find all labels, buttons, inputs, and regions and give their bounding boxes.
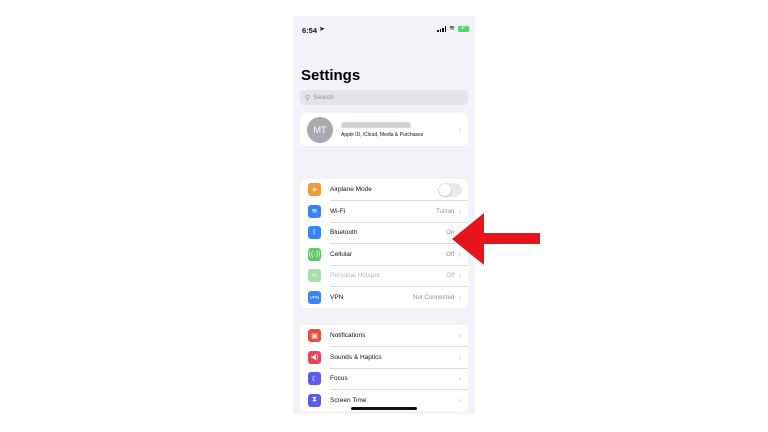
row-label: Notifications	[330, 332, 366, 340]
speaker-icon: ◀)	[308, 350, 321, 364]
row-label: Personal Hotspot	[330, 272, 380, 280]
page-title: Settings	[301, 67, 361, 84]
hotspot-icon: ∞	[308, 269, 321, 283]
avatar: MT	[307, 116, 333, 143]
chevron-right-icon: ›	[458, 395, 461, 405]
row-value: Not Connected	[413, 293, 455, 301]
settings-row-bluetooth[interactable]: ᛒ Bluetooth On ›	[300, 222, 468, 244]
chevron-right-icon: ›	[458, 292, 461, 302]
settings-row-sounds-haptics[interactable]: ◀) Sounds & Haptics ›	[300, 347, 468, 368]
location-icon: ➤	[319, 26, 325, 33]
search-placeholder: Search	[313, 94, 334, 101]
bluetooth-icon: ᛒ	[308, 226, 321, 240]
settings-row-focus[interactable]: ☾ Focus ›	[300, 368, 468, 390]
settings-row-vpn[interactable]: VPN VPN Not Connected ›	[300, 287, 468, 309]
profile-name-blurred	[341, 121, 411, 128]
notifications-icon: ▣	[308, 329, 321, 343]
status-bar: 6:54 ➤ ≋ 80	[293, 16, 475, 44]
row-label: Screen Time	[330, 396, 367, 404]
settings-row-notifications[interactable]: ▣ Notifications ›	[300, 325, 468, 347]
settings-row-personal-hotspot[interactable]: ∞ Personal Hotspot Off ›	[300, 265, 468, 287]
moon-icon: ☾	[308, 372, 321, 386]
search-input[interactable]: ⚲ Search	[300, 90, 468, 105]
general-group: ▣ Notifications › ◀) Sounds & Haptics › …	[300, 325, 468, 411]
chevron-right-icon: ›	[458, 374, 461, 384]
settings-row-wifi[interactable]: ≋ Wi-Fi Tuizon ›	[300, 201, 468, 222]
row-value: Off	[446, 272, 455, 280]
airplane-icon: ✈	[308, 183, 321, 197]
battery-icon: 80	[458, 26, 469, 32]
cellular-icon: ((·))	[308, 247, 321, 261]
vpn-icon: VPN	[308, 290, 321, 304]
search-icon: ⚲	[305, 94, 311, 102]
apple-id-row[interactable]: MT Apple ID, iCloud, Media & Purchases ›	[300, 113, 468, 146]
home-indicator[interactable]	[351, 407, 417, 410]
settings-row-airplane-mode[interactable]: ✈ Airplane Mode	[300, 179, 468, 201]
connectivity-group: ✈ Airplane Mode ≋ Wi-Fi Tuizon › ᛒ Bluet…	[300, 179, 468, 308]
chevron-right-icon: ›	[458, 331, 461, 341]
row-label: Sounds & Haptics	[330, 353, 382, 361]
row-label: Focus	[330, 375, 348, 383]
chevron-right-icon: ›	[458, 125, 461, 134]
profile-subtitle: Apple ID, iCloud, Media & Purchases	[341, 131, 424, 138]
row-label: Cellular	[330, 250, 353, 258]
row-label: VPN	[330, 293, 344, 301]
airplane-mode-toggle[interactable]	[438, 182, 462, 197]
signal-icon	[437, 26, 447, 32]
settings-row-cellular[interactable]: ((·)) Cellular Off ›	[300, 244, 468, 265]
red-arrow-annotation	[452, 213, 540, 265]
row-label: Bluetooth	[330, 229, 358, 237]
chevron-right-icon: ›	[458, 352, 461, 362]
status-time: 6:54	[302, 26, 318, 35]
hourglass-icon: ⧗	[308, 393, 321, 407]
wifi-icon: ≋	[308, 204, 321, 218]
wifi-status-icon: ≋	[449, 25, 455, 32]
phone-screen: 6:54 ➤ ≋ 80 Settings ⚲ Search MT Apple I…	[293, 16, 475, 414]
chevron-right-icon: ›	[458, 271, 461, 281]
row-label: Wi-Fi	[330, 207, 346, 215]
row-label: Airplane Mode	[330, 186, 372, 194]
